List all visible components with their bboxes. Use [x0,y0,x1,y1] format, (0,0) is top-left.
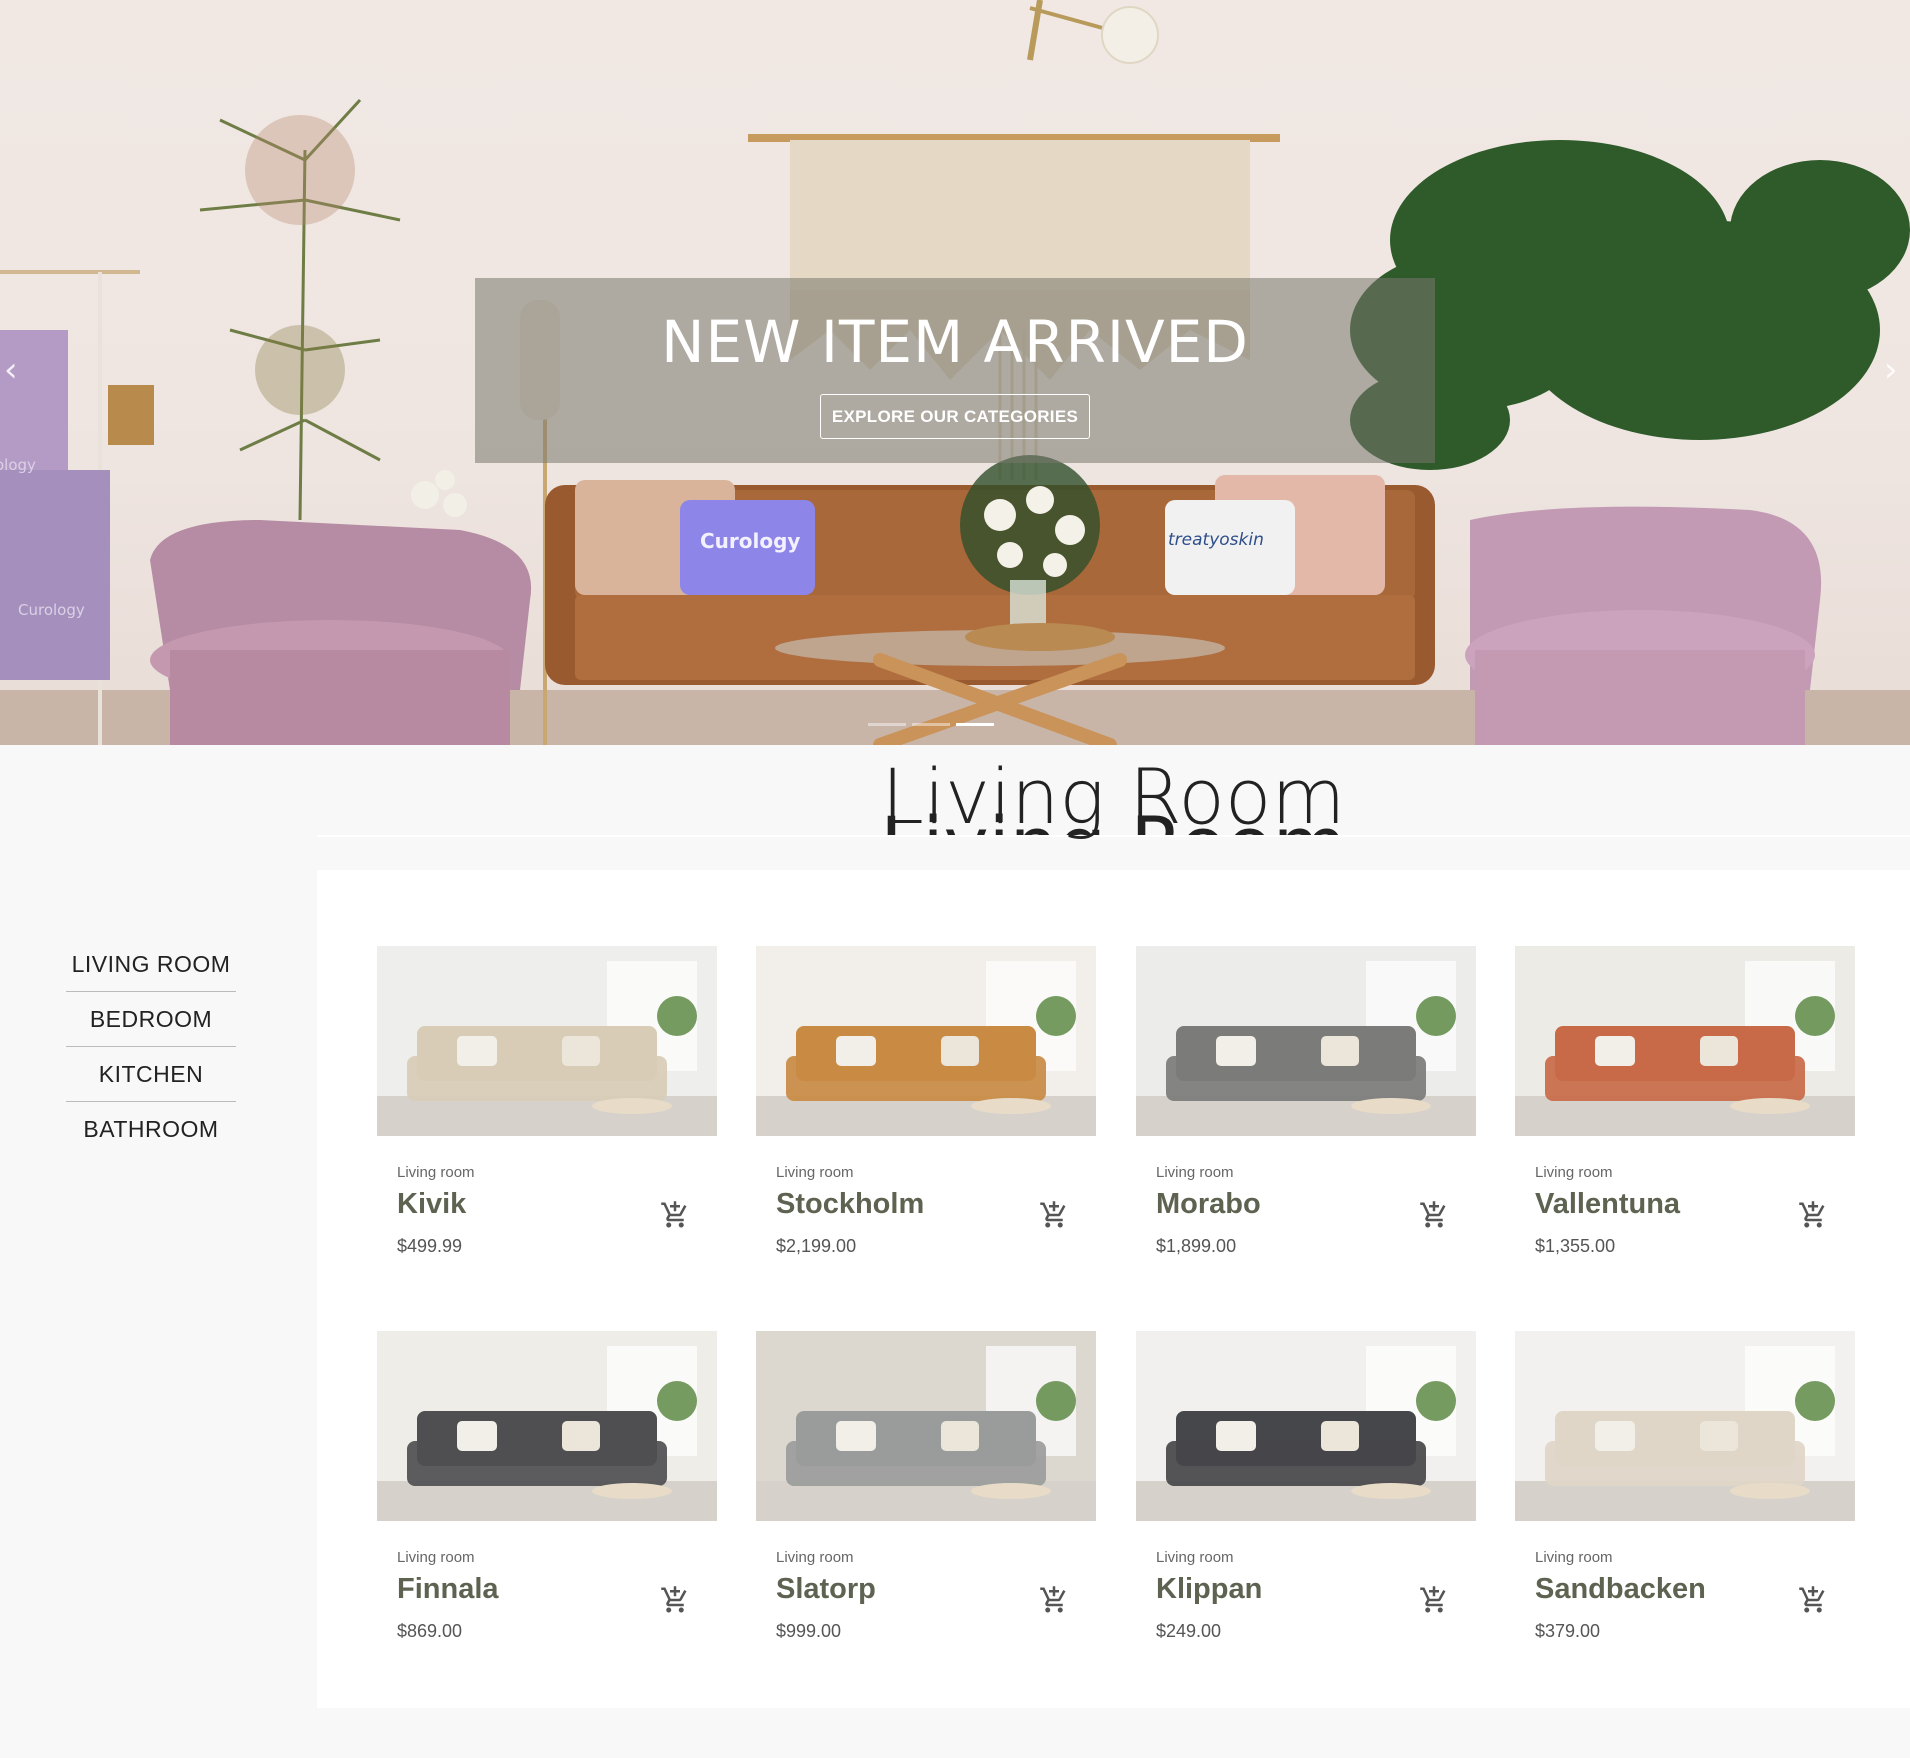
product-category: Living room [776,1164,854,1181]
product-card[interactable]: Living room Morabo $1,899.00 [1136,946,1476,1276]
product-category: Living room [1535,1164,1613,1181]
product-card[interactable]: Living room Kivik $499.99 [377,946,717,1276]
product-category: Living room [1156,1164,1234,1181]
product-name[interactable]: Stockholm [776,1188,924,1221]
explore-categories-button[interactable]: EXPLORE OUR CATEGORIES [820,394,1090,439]
category-sidebar: LIVING ROOM BEDROOM KITCHEN BATHROOM [66,937,236,1157]
hero-caption: NEW ITEM ARRIVED EXPLORE OUR CATEGORIES [475,278,1435,463]
product-illustration [1136,1331,1476,1521]
product-category: Living room [1535,1549,1613,1566]
product-price: $2,199.00 [776,1236,857,1256]
section-title-band [317,836,1910,870]
product-image[interactable] [1136,946,1476,1136]
sidebar-item-bedroom[interactable]: BEDROOM [66,992,236,1047]
pillow-left-text: Curology [700,529,800,553]
sidebar-item-living-room[interactable]: LIVING ROOM [66,937,236,992]
product-image[interactable] [1515,1331,1855,1521]
add-to-cart-icon[interactable] [1798,1585,1828,1615]
towel-text-bottom: Curology [18,601,85,619]
product-image[interactable] [756,946,1096,1136]
carousel-indicators [868,723,994,726]
carousel-indicator-1[interactable] [868,723,906,726]
product-price: $379.00 [1535,1621,1601,1641]
section-title: Living Room Living Room [317,752,1910,870]
product-price: $1,899.00 [1156,1236,1237,1256]
product-card[interactable]: Living room Klippan $249.00 [1136,1331,1476,1661]
product-category: Living room [776,1549,854,1566]
product-card[interactable]: Living room Vallentuna $1,355.00 [1515,946,1855,1276]
product-illustration [756,1331,1096,1521]
hero-carousel: ology Curology Curology trea [0,0,1910,745]
carousel-indicator-2[interactable] [912,723,950,726]
product-image[interactable] [756,1331,1096,1521]
product-illustration [756,946,1096,1136]
add-to-cart-icon[interactable] [1798,1200,1828,1230]
product-image[interactable] [377,946,717,1136]
product-category: Living room [397,1164,475,1181]
product-image[interactable] [1136,1331,1476,1521]
product-price: $499.99 [397,1236,463,1256]
add-to-cart-icon[interactable] [1039,1585,1069,1615]
product-name[interactable]: Slatorp [776,1573,876,1606]
product-name[interactable]: Morabo [1156,1188,1261,1221]
product-price: $1,355.00 [1535,1236,1616,1256]
product-illustration [1515,946,1855,1136]
carousel-indicator-3[interactable] [956,723,994,726]
product-name[interactable]: Finnala [397,1573,499,1606]
product-card[interactable]: Living room Stockholm $2,199.00 [756,946,1096,1276]
add-to-cart-icon[interactable] [1039,1200,1069,1230]
product-name[interactable]: Vallentuna [1535,1188,1680,1221]
product-price: $869.00 [397,1621,463,1641]
product-name[interactable]: Klippan [1156,1573,1262,1606]
product-illustration [1515,1331,1855,1521]
product-card[interactable]: Living room Sandbacken $379.00 [1515,1331,1855,1661]
towel-text-top: ology [0,456,36,474]
carousel-next-icon[interactable]: › [1884,350,1910,390]
product-illustration [1136,946,1476,1136]
page-title: Living Room [881,752,1346,841]
add-to-cart-icon[interactable] [1419,1200,1449,1230]
product-card[interactable]: Living room Slatorp $999.00 [756,1331,1096,1661]
product-category: Living room [1156,1549,1234,1566]
product-image[interactable] [1515,946,1855,1136]
carousel-prev-icon[interactable]: ‹ [4,350,34,390]
product-price: $249.00 [1156,1621,1222,1641]
hero-caption-title: NEW ITEM ARRIVED [661,308,1249,376]
pillow-right-text: treatyoskin [1168,530,1264,550]
product-illustration [377,1331,717,1521]
sidebar-item-kitchen[interactable]: KITCHEN [66,1047,236,1102]
product-name[interactable]: Kivik [397,1188,466,1221]
add-to-cart-icon[interactable] [660,1200,690,1230]
product-name[interactable]: Sandbacken [1535,1573,1706,1606]
product-price: $999.00 [776,1621,842,1641]
add-to-cart-icon[interactable] [1419,1585,1449,1615]
sidebar-item-bathroom[interactable]: BATHROOM [66,1102,236,1157]
product-category: Living room [397,1549,475,1566]
add-to-cart-icon[interactable] [660,1585,690,1615]
product-grid: Living room Kivik $499.99 Living room St… [317,870,1910,1708]
product-image[interactable] [377,1331,717,1521]
product-illustration [377,946,717,1136]
product-card[interactable]: Living room Finnala $869.00 [377,1331,717,1661]
